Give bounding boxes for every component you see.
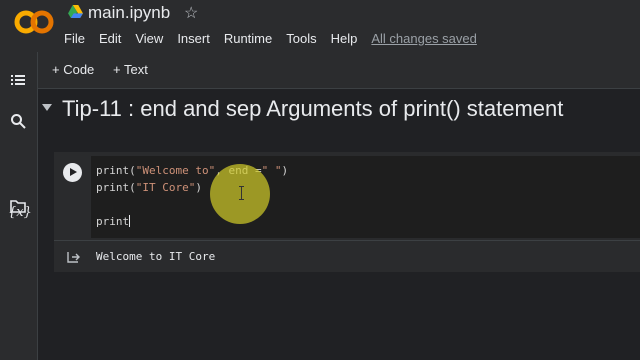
menu-help[interactable]: Help (331, 31, 358, 46)
code-token-string: "Welcome to" (135, 164, 216, 177)
code-token-string: "IT Core" (135, 181, 196, 194)
drive-icon[interactable] (68, 5, 83, 18)
save-status-link[interactable]: All changes saved (371, 31, 477, 46)
menu-bar: File Edit View Insert Runtime Tools Help… (64, 31, 491, 46)
run-cell-button[interactable] (63, 163, 82, 182)
add-text-button[interactable]: + Text (113, 62, 148, 77)
notebook-title[interactable]: main.ipynb (88, 3, 170, 23)
code-token-text: print (96, 215, 130, 228)
text-cursor (129, 215, 131, 227)
text-cursor-icon (239, 186, 244, 200)
menu-tools[interactable]: Tools (286, 31, 316, 46)
code-token-paren: ) (195, 181, 202, 194)
menu-file[interactable]: File (64, 31, 85, 46)
star-icon[interactable]: ☆ (184, 3, 198, 23)
menu-view[interactable]: View (135, 31, 163, 46)
colab-logo-icon[interactable] (14, 7, 54, 37)
code-token-string: " " (261, 164, 282, 177)
section-heading: Tip-11 : end and sep Arguments of print(… (62, 96, 564, 121)
code-token-fn: print( (96, 181, 136, 194)
files-icon[interactable] (10, 198, 26, 214)
output-icon[interactable] (66, 250, 80, 264)
code-token-paren: ) (281, 164, 289, 177)
code-line-2[interactable]: print("IT Core") (96, 181, 202, 194)
menu-edit[interactable]: Edit (99, 31, 121, 46)
add-code-button[interactable]: + Code (52, 62, 94, 77)
left-sidebar: {x} (0, 52, 38, 360)
collapse-section-icon[interactable] (42, 104, 52, 111)
output-divider (54, 240, 640, 241)
code-line-3[interactable]: print (96, 215, 131, 228)
notebook-toolbar: + Code + Text (38, 52, 640, 89)
menu-insert[interactable]: Insert (177, 31, 210, 46)
menu-runtime[interactable]: Runtime (224, 31, 272, 46)
search-icon[interactable] (10, 113, 26, 129)
code-token-fn: print( (96, 164, 136, 177)
toc-icon[interactable] (10, 72, 26, 88)
cell-output: Welcome to IT Core (96, 250, 216, 263)
top-bar: main.ipynb ☆ File Edit View Insert Runti… (0, 0, 640, 52)
